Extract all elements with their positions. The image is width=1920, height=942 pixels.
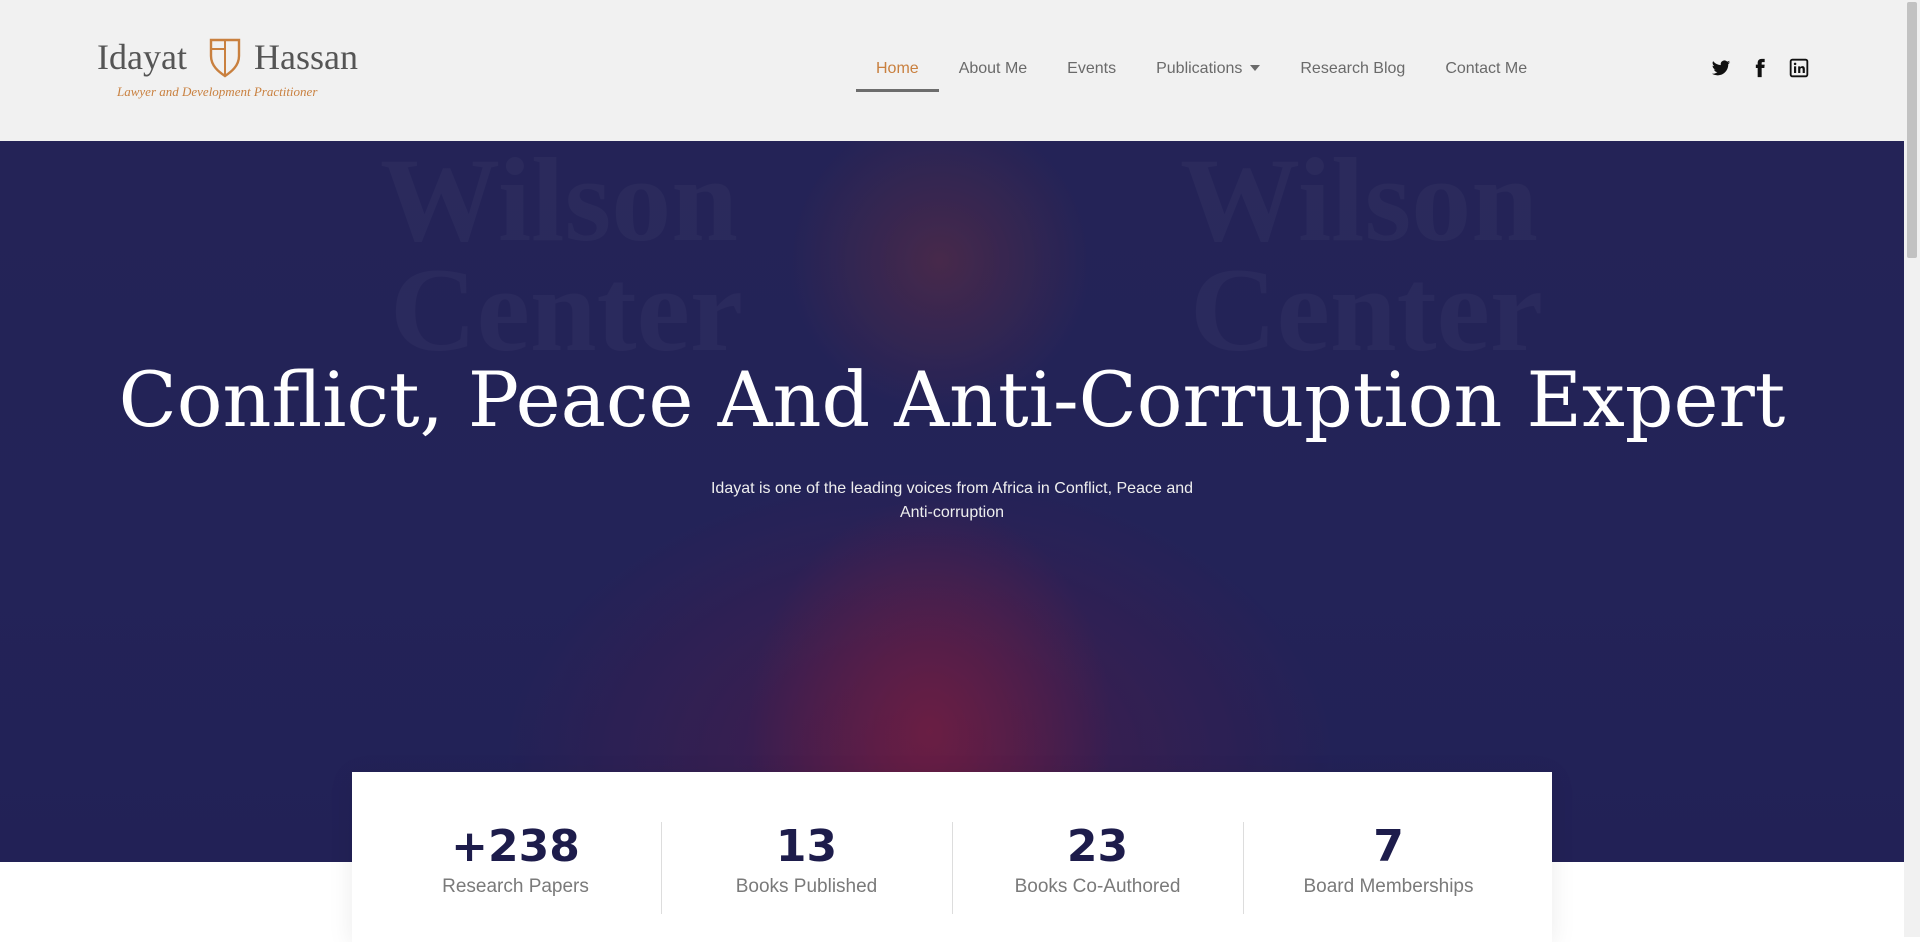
nav-about-me-label: About Me — [958, 60, 1028, 77]
nav-contact-me[interactable]: Contact Me — [1425, 42, 1547, 92]
scrollbar-thumb[interactable] — [1907, 2, 1917, 258]
linkedin-icon[interactable] — [1789, 58, 1809, 78]
stat-label: Research Papers — [442, 876, 589, 897]
hero-subtitle: Idayat is one of the leading voices from… — [710, 480, 1194, 521]
stats-panel: +238 Research Papers 13 Books Published … — [352, 772, 1552, 942]
social-links — [1711, 58, 1809, 78]
twitter-icon[interactable] — [1711, 58, 1731, 78]
nav-about-me[interactable]: About Me — [939, 42, 1047, 92]
chevron-down-icon — [1250, 64, 1261, 71]
logo-tagline: Lawyer and Development Practitioner — [117, 84, 318, 99]
nav-contact-me-label: Contact Me — [1445, 60, 1528, 77]
shield-icon — [207, 36, 243, 78]
nav-events[interactable]: Events — [1047, 42, 1136, 92]
main-nav: Home About Me Events Publications Resear… — [856, 42, 1547, 92]
stat-books-co-authored: 23 Books Co-Authored — [952, 822, 1243, 914]
nav-home-label: Home — [876, 60, 919, 77]
logo-first-name: Idayat — [97, 37, 187, 77]
stat-value: 23 — [1066, 821, 1129, 872]
site-header: Idayat Hassan Lawyer and Development Pra… — [0, 0, 1904, 141]
facebook-icon[interactable] — [1750, 58, 1770, 78]
stat-label: Books Published — [735, 876, 878, 897]
stat-label: Board Memberships — [1303, 876, 1474, 897]
hero-section: Wilson Center Wilson Center Conflict, Pe… — [0, 141, 1904, 862]
hero-title: Conflict, Peace And Anti-Corruption Expe… — [118, 355, 1786, 444]
stat-research-papers: +238 Research Papers — [370, 822, 661, 914]
stat-value: 13 — [775, 821, 838, 872]
logo-last-name: Hassan — [254, 37, 358, 77]
nav-research-blog[interactable]: Research Blog — [1280, 42, 1425, 92]
nav-home[interactable]: Home — [856, 42, 939, 92]
stat-books-published: 13 Books Published — [661, 822, 952, 914]
stat-value: +238 — [451, 821, 580, 872]
nav-research-blog-label: Research Blog — [1300, 60, 1406, 77]
nav-publications-label: Publications — [1156, 60, 1243, 77]
stat-label: Books Co-Authored — [1014, 876, 1181, 897]
stat-board-memberships: 7 Board Memberships — [1243, 822, 1534, 914]
nav-events-label: Events — [1067, 60, 1117, 77]
site-logo[interactable]: Idayat Hassan Lawyer and Development Pra… — [97, 34, 377, 104]
stat-value: 7 — [1373, 821, 1404, 872]
page-scrollbar[interactable] — [1904, 0, 1920, 937]
nav-publications[interactable]: Publications — [1136, 42, 1280, 92]
